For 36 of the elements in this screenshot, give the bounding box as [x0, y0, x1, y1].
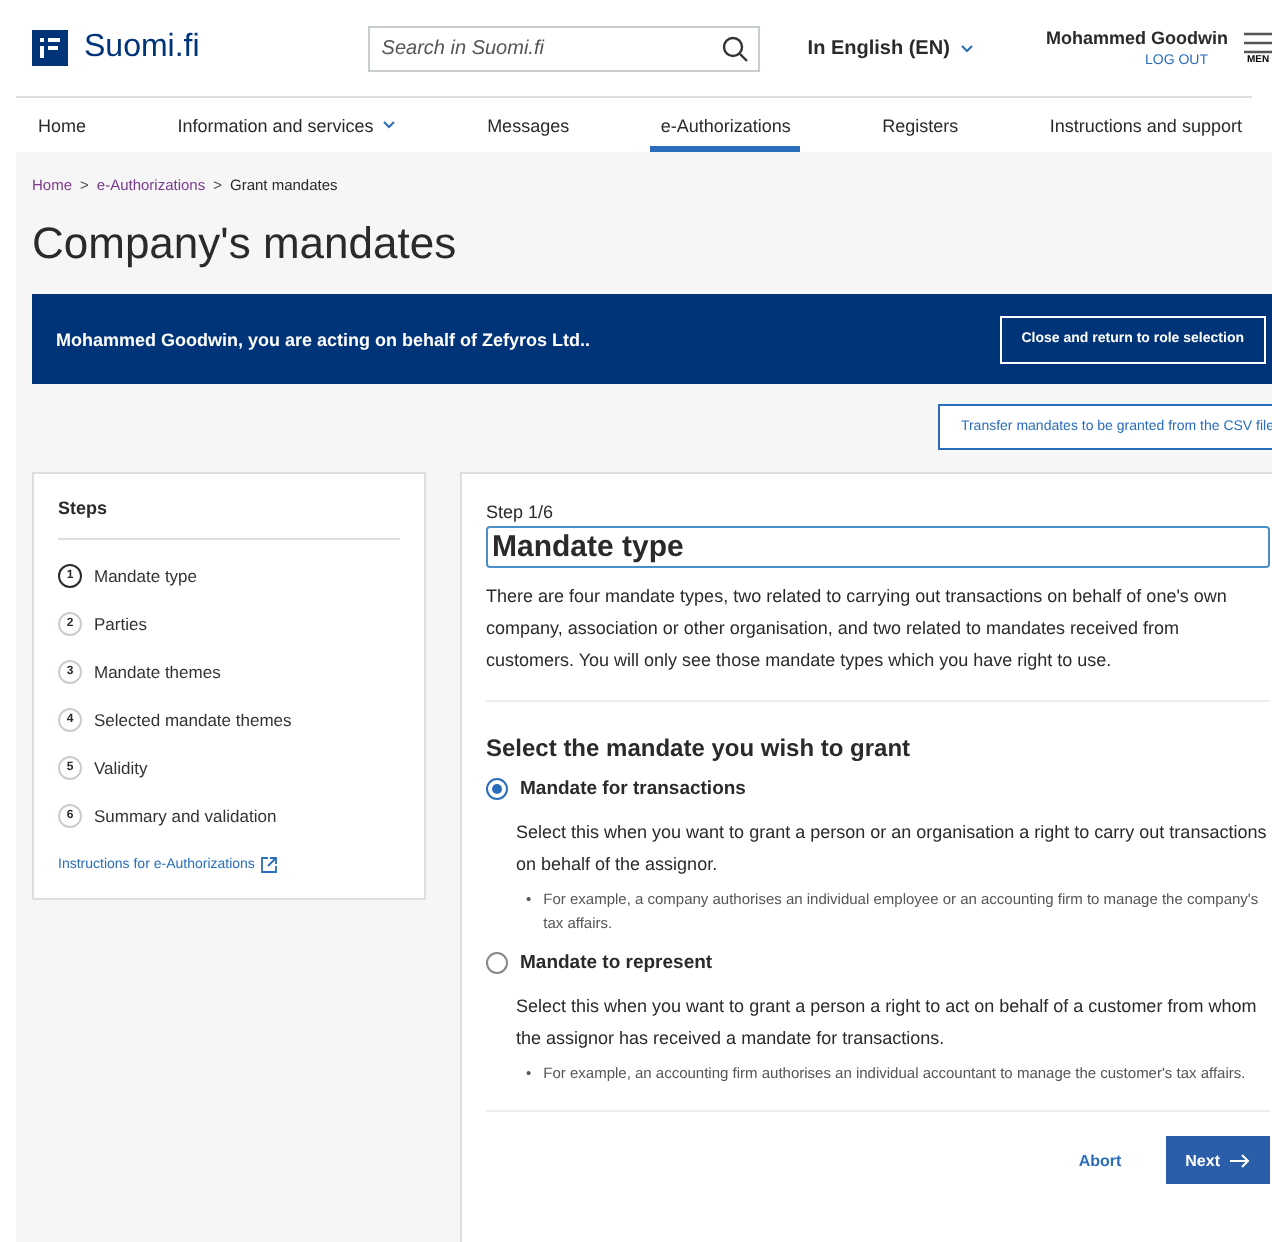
step-label: Mandate type: [94, 566, 198, 586]
option-label[interactable]: Mandate for transactions: [520, 778, 746, 800]
logo-text[interactable]: Suomi.fi: [84, 30, 200, 66]
step-label: Summary and validation: [94, 806, 277, 826]
option-label[interactable]: Mandate to represent: [520, 952, 713, 974]
chevron-down-icon: [959, 43, 974, 53]
question-heading: Select the mandate you wish to grant: [486, 734, 913, 762]
banner-text: Mohammed Goodwin, you are acting on behalf of Zefyros Ltd..: [56, 329, 591, 349]
option-description: Select this when you want to grant a person a right to act on behalf of a customer from whom the assignor has received a mandate for transactions.: [516, 994, 1259, 1052]
nav-tab[interactable]: Instructions and support: [1039, 98, 1252, 152]
arrow-right-icon: [1230, 1153, 1250, 1167]
steps-title: Steps: [58, 498, 400, 540]
chevron-down-icon: [381, 120, 396, 130]
form-title: Mandate type: [486, 526, 1270, 568]
option-description: Select this when you want to grant a person or an organisation a right to carry out transactions on behalf of the assignor.: [516, 820, 1269, 878]
search-field[interactable]: Search in Suomi.fi: [367, 25, 760, 71]
logo-icon: [32, 30, 68, 66]
nav-tab[interactable]: Information and services: [167, 98, 406, 152]
step-label: Mandate themes: [94, 662, 221, 682]
step-counter: Step 1/6: [486, 502, 556, 522]
radio-button[interactable]: [486, 952, 508, 974]
intro-text: There are four mandate types, two related to carrying out transactions on behalf of one's own company, association or other organisation, and two related to mandates received from customers. You will only see those mandate types which you have right to use.: [486, 580, 1270, 702]
radio-button[interactable]: [486, 778, 508, 800]
step-label: Parties: [94, 614, 147, 634]
nav-tab[interactable]: Messages: [477, 98, 580, 152]
search-icon[interactable]: [721, 35, 748, 61]
step-label: Validity: [94, 758, 148, 778]
page-title: Company's mandates: [32, 218, 459, 270]
language-select[interactable]: In English (EN): [795, 35, 986, 61]
external-link-icon: [260, 856, 279, 874]
nav-tab[interactable]: Home: [28, 98, 97, 152]
user-name: Mohammed Goodwin: [1046, 28, 1228, 48]
next-button[interactable]: Next: [1165, 1136, 1270, 1184]
abort-link[interactable]: Abort: [1078, 1151, 1122, 1169]
step-label: Selected mandate themes: [94, 710, 292, 730]
nav-tab[interactable]: Registers: [872, 98, 969, 152]
